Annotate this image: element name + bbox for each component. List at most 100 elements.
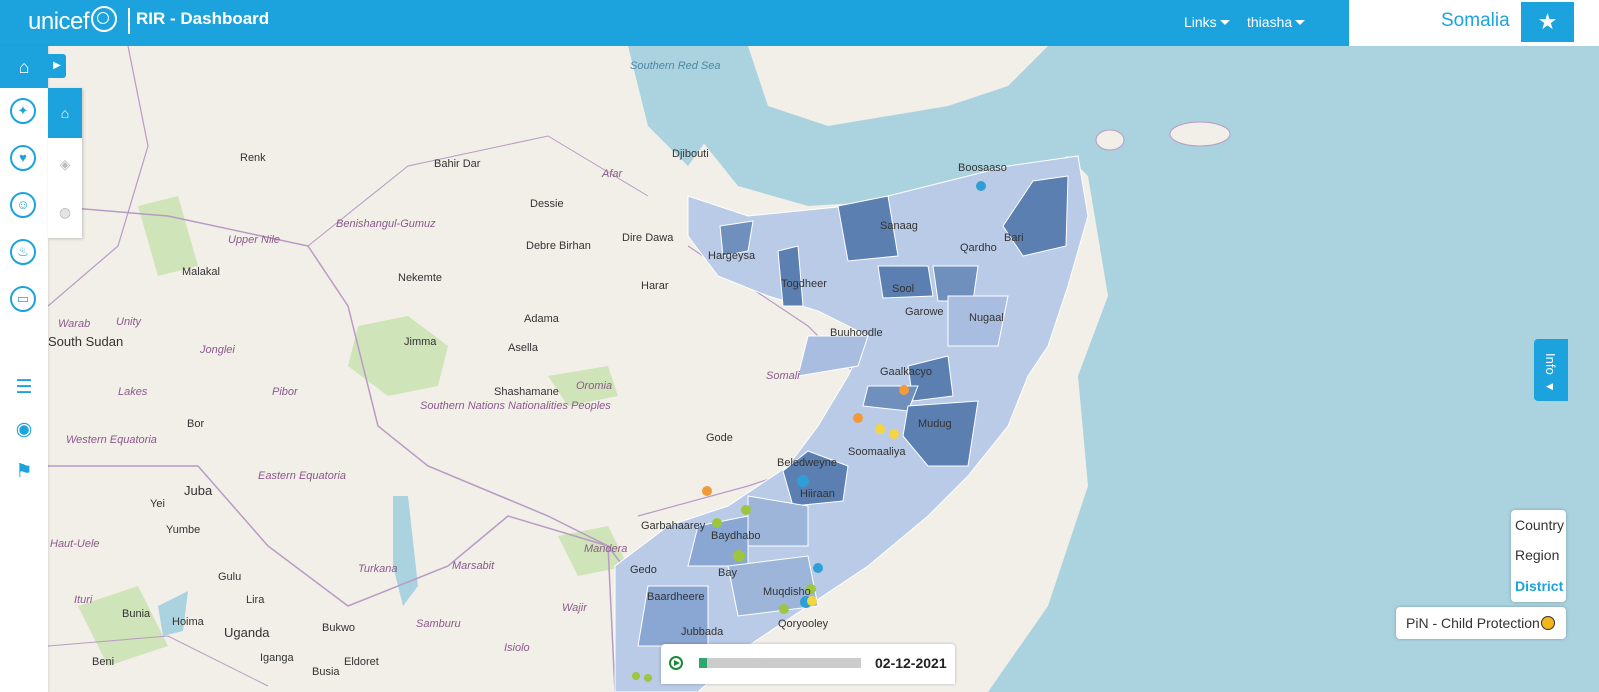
map-label: Dire Dawa [622,232,674,244]
links-label: Links [1184,14,1217,30]
map-label: Garowe [905,306,944,318]
map-label: Sool [892,283,915,295]
legend-label: PiN - Child Protection [1406,615,1540,631]
nutrition-icon[interactable]: ✦ [10,98,36,124]
map-label: Hiiraan [800,488,835,500]
map-label: Jimma [404,336,437,348]
map-label: Wajir [562,602,587,614]
level-country[interactable]: Country [1515,517,1564,533]
unicef-logo[interactable]: unicef [28,6,118,36]
globe-icon[interactable]: ◉ [11,418,37,441]
map-label: Djibouti [672,148,709,160]
education-icon[interactable]: ▭ [10,286,36,312]
map-label: Debre Birhan [526,240,591,252]
top-bar: unicef RIR - Dashboard Links thiasha [0,0,1349,46]
list-icon[interactable]: ☰ [11,376,37,399]
map-label: Baardheere [647,591,705,603]
map-label: Bor [187,418,205,430]
map-label: Boosaaso [958,162,1007,174]
map-label: Qoryooley [778,618,829,630]
timeline-slider[interactable] [699,658,861,668]
map-label: Asella [508,342,538,354]
map-label: Somali [766,370,800,382]
map-label: Yumbe [166,524,201,536]
play-icon[interactable] [669,656,683,670]
map-label: Adama [524,313,559,325]
map-label: Harar [641,280,669,292]
map-label: Bahir Dar [434,158,481,170]
health-icon[interactable]: ☺ [10,192,36,218]
map-label: Uganda [224,625,270,640]
map-label: Warab [58,318,91,330]
sidebar: ⌂ ▶ ✦ ♥ ☺ ♨ ▭ ☰ ◉ ⚑ [0,46,66,692]
map-label: Jonglei [200,344,235,356]
map-label: Oromia [576,380,613,392]
layer-home-button[interactable]: ⌂ [48,88,82,138]
map-label: Qardho [960,242,997,254]
country-name[interactable]: Somalia [1441,10,1510,32]
map-label: Benishangul-Gumuz [336,218,436,230]
map-label: Shashamane [494,386,559,398]
map-label: Togdheer [781,278,827,290]
info-tab[interactable]: Info ◀ [1534,339,1568,401]
map-label: Juba [184,483,213,498]
map-label: Gulu [218,571,242,583]
layers-icon[interactable]: ◈ [48,156,82,173]
map-label: Bari [1004,232,1024,244]
map-label: Bunia [122,608,151,620]
map-label: Bay [718,567,737,579]
level-district[interactable]: District [1515,578,1563,594]
map-label: Sanaag [880,220,918,232]
map-label: Unity [116,316,142,328]
map-label: Baydhabo [711,530,761,542]
wash-icon[interactable]: ♨ [10,239,36,265]
map-base [48,46,1599,692]
user-dropdown[interactable]: thiasha [1247,14,1306,30]
map-label: Lira [246,594,265,606]
sidebar-home-button[interactable]: ⌂ [0,46,48,88]
map-label: Hoima [172,616,204,628]
map-label: Bukwo [322,622,356,634]
timeline-progress [699,658,708,668]
globe-icon [91,6,118,32]
map-label: Buuhoodle [830,327,883,339]
star-icon: ★ [1537,9,1558,34]
level-region[interactable]: Region [1515,547,1559,563]
legend: PiN - Child Protection [1396,607,1566,639]
map-label: Upper Nile [228,234,280,246]
map-label: Hargeysa [708,250,756,262]
globe-icon[interactable]: ◍ [48,204,82,221]
protection-icon[interactable]: ♥ [10,145,36,171]
admin-level-selector: Country Region District [1511,510,1566,602]
map-label: Eldoret [344,656,379,668]
map-label: Nugaal [969,312,1004,324]
country-selector: Somalia ★ [1349,0,1599,46]
map-label: Busia [312,666,340,678]
map-label: South Sudan [48,334,124,349]
sidebar-toggle-button[interactable]: ▶ [48,54,66,78]
favorite-button[interactable]: ★ [1521,2,1574,42]
logo-divider [128,8,130,34]
flag-icon[interactable]: ⚑ [11,460,37,483]
user-label: thiasha [1247,14,1293,30]
info-label: Info [1543,353,1558,375]
chevron-right-icon: ▶ [53,60,61,71]
map-label: Gaalkacyo [880,366,932,378]
map[interactable]: Djibouti Hargeysa Boosaaso Qardho Bari S… [48,46,1599,692]
timeline: 02-12-2021 [661,644,955,684]
map-label: Malakal [182,266,220,278]
map-label: Samburu [416,618,461,630]
map-label: Marsabit [452,560,495,572]
map-label: Nekemte [398,272,443,284]
home-icon: ⌂ [18,57,30,77]
map-label: Lakes [118,386,148,398]
layer-panel: ⌂ ◈ ◍ [48,88,82,238]
legend-swatch [1541,616,1555,630]
map-label: Muqdisho [763,586,811,598]
map-label: Renk [240,152,266,164]
map-label: Garbahaarey [641,520,706,532]
map-label: Eastern Equatoria [258,470,347,482]
map-label: Soomaaliya [848,446,906,458]
map-label: Haut-Uele [50,538,100,550]
links-dropdown[interactable]: Links [1184,14,1230,30]
